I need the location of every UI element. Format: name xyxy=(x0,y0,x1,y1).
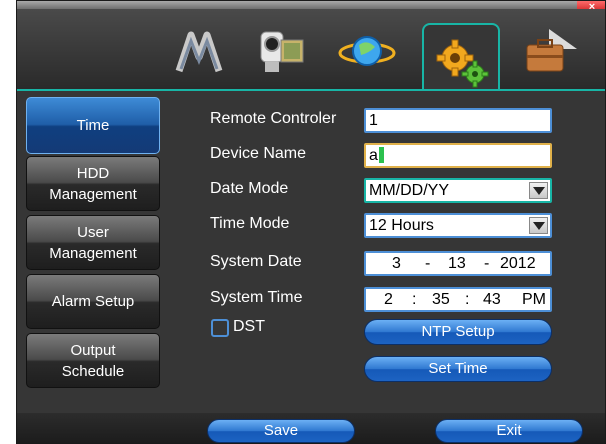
date-mode-select[interactable]: MM/DD/YY xyxy=(364,178,552,203)
chevron-down-icon[interactable] xyxy=(529,182,548,199)
time-mode-label: Time Mode xyxy=(210,215,290,232)
camcorder-icon[interactable] xyxy=(249,23,313,81)
toolbox-icon[interactable] xyxy=(517,23,581,81)
sidebar-menu: Time HDD Management User Management Alar… xyxy=(19,93,160,393)
sidebar-item-time[interactable]: Time xyxy=(26,97,160,154)
time-mode-value: 12 Hours xyxy=(369,217,434,234)
sidebar-item-label: HDD xyxy=(76,164,110,182)
set-time-button[interactable]: Set Time xyxy=(364,356,552,382)
time-minute[interactable]: 35 xyxy=(432,289,450,310)
sidebar-item-label: Alarm Setup xyxy=(51,293,135,310)
time-separator: : xyxy=(412,291,417,308)
system-time-field[interactable]: 2 : 35 : 43 PM xyxy=(364,287,552,312)
time-second[interactable]: 43 xyxy=(483,289,501,310)
system-date-label: System Date xyxy=(210,253,302,270)
sidebar-item-label: Management xyxy=(49,244,137,262)
dst-label: DST xyxy=(233,318,265,335)
device-name-field[interactable]: a xyxy=(364,143,552,168)
date-month[interactable]: 3 xyxy=(392,253,401,274)
date-separator: - xyxy=(484,255,490,272)
remote-controller-field[interactable]: 1 xyxy=(364,108,552,133)
title-bar xyxy=(17,1,605,9)
chevron-down-icon[interactable] xyxy=(529,217,548,234)
video-tape-icon[interactable] xyxy=(167,23,231,81)
settings-gears-icon xyxy=(436,39,489,88)
sidebar-item-label: Time xyxy=(76,117,110,134)
device-name-label: Device Name xyxy=(210,145,307,162)
remote-controller-label: Remote Controler xyxy=(210,110,337,127)
sidebar-item-user-management[interactable]: User Management xyxy=(26,215,160,270)
time-ampm[interactable]: PM xyxy=(522,289,546,310)
time-separator: : xyxy=(465,291,470,308)
system-time-label: System Time xyxy=(210,289,303,306)
tab-settings[interactable] xyxy=(422,23,500,99)
sidebar-item-output-schedule[interactable]: Output Schedule xyxy=(26,333,160,388)
sidebar-item-alarm-setup[interactable]: Alarm Setup xyxy=(26,274,160,329)
time-settings-form: Remote Controler 1 Device Name a Date Mo… xyxy=(163,93,605,403)
network-globe-icon[interactable] xyxy=(335,23,399,81)
ntp-setup-button[interactable]: NTP Setup xyxy=(364,319,552,345)
main-toolbar xyxy=(17,9,605,99)
date-year[interactable]: 2012 xyxy=(500,253,536,274)
date-separator: - xyxy=(425,255,431,272)
date-mode-label: Date Mode xyxy=(210,180,289,197)
sidebar-item-label: Management xyxy=(49,185,137,203)
text-caret xyxy=(378,147,384,163)
sidebar-item-label: Schedule xyxy=(61,362,125,380)
system-date-field[interactable]: 3 - 13 - 2012 xyxy=(364,251,552,276)
time-mode-select[interactable]: 12 Hours xyxy=(364,213,552,238)
exit-button[interactable]: Exit xyxy=(435,419,583,443)
sidebar-item-hdd-management[interactable]: HDD Management xyxy=(26,156,160,211)
save-button[interactable]: Save xyxy=(207,419,355,443)
date-day[interactable]: 13 xyxy=(448,253,466,274)
device-name-value: a xyxy=(369,147,378,164)
time-hour[interactable]: 2 xyxy=(384,289,393,310)
dst-checkbox[interactable] xyxy=(211,319,229,337)
system-setup-window: × Time HDD Management User Management Al… xyxy=(16,0,606,444)
sidebar-item-label: Output xyxy=(70,341,116,359)
sidebar-item-label: User xyxy=(77,223,109,241)
date-mode-value: MM/DD/YY xyxy=(369,182,449,199)
